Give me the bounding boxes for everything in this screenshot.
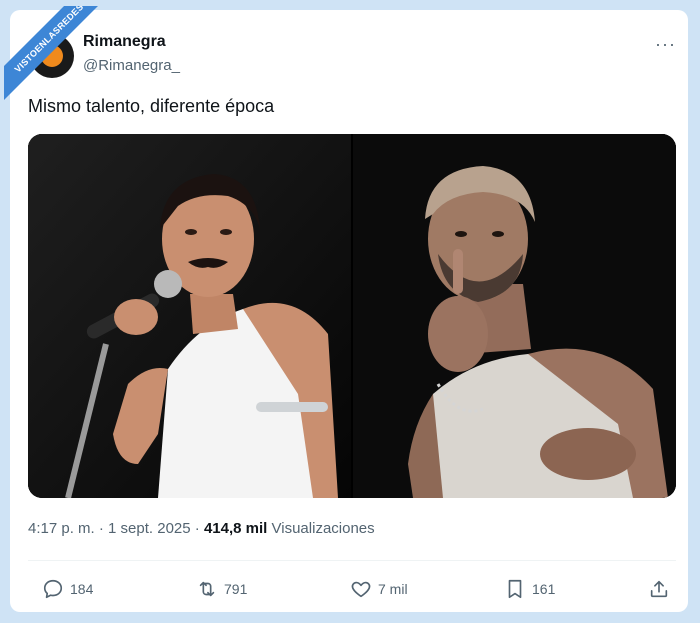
retweet-button[interactable]: 791 — [196, 578, 247, 600]
reply-button[interactable]: 184 — [42, 578, 93, 600]
tweet-time[interactable]: 4:17 p. m. — [28, 520, 95, 537]
tweet-date[interactable]: 1 sept. 2025 — [108, 520, 191, 537]
reply-count: 184 — [70, 581, 94, 597]
views-count: 414,8 mil — [203, 520, 268, 537]
more-options-icon[interactable]: ··· — [655, 34, 676, 55]
meta-separator: · — [190, 520, 204, 537]
share-icon — [650, 580, 668, 598]
bookmark-button[interactable]: 161 — [504, 578, 555, 600]
like-count: 7 mil — [378, 581, 408, 597]
views-label: Visualizaciones — [267, 520, 375, 537]
watermark-ribbon: VISTOENLASREDES — [4, 6, 100, 102]
watermark-text: VISTOENLASREDES — [4, 6, 100, 102]
like-button[interactable]: 7 mil — [350, 578, 408, 600]
meta-separator: · — [94, 520, 109, 537]
tweet-meta: 4:17 p. m. · 1 sept. 2025 · 414,8 mil Vi… — [28, 520, 375, 537]
retweet-count: 791 — [224, 581, 248, 597]
bookmark-icon — [508, 579, 522, 599]
photo-left-illustration — [28, 134, 351, 498]
bookmark-count: 161 — [532, 581, 556, 597]
photo-right-illustration — [353, 134, 676, 498]
share-button[interactable] — [648, 578, 670, 600]
tweet-media[interactable] — [28, 134, 676, 498]
divider — [28, 560, 676, 561]
retweet-icon — [199, 581, 215, 597]
action-bar: 184 791 7 mil 161 — [28, 578, 676, 602]
heart-icon — [351, 581, 371, 598]
tweet-card: VISTOENLASREDES Rimanegra @Rimanegra_ ··… — [4, 6, 688, 612]
reply-icon — [43, 579, 63, 599]
photo-left[interactable] — [28, 134, 351, 498]
photo-right[interactable] — [353, 134, 676, 498]
